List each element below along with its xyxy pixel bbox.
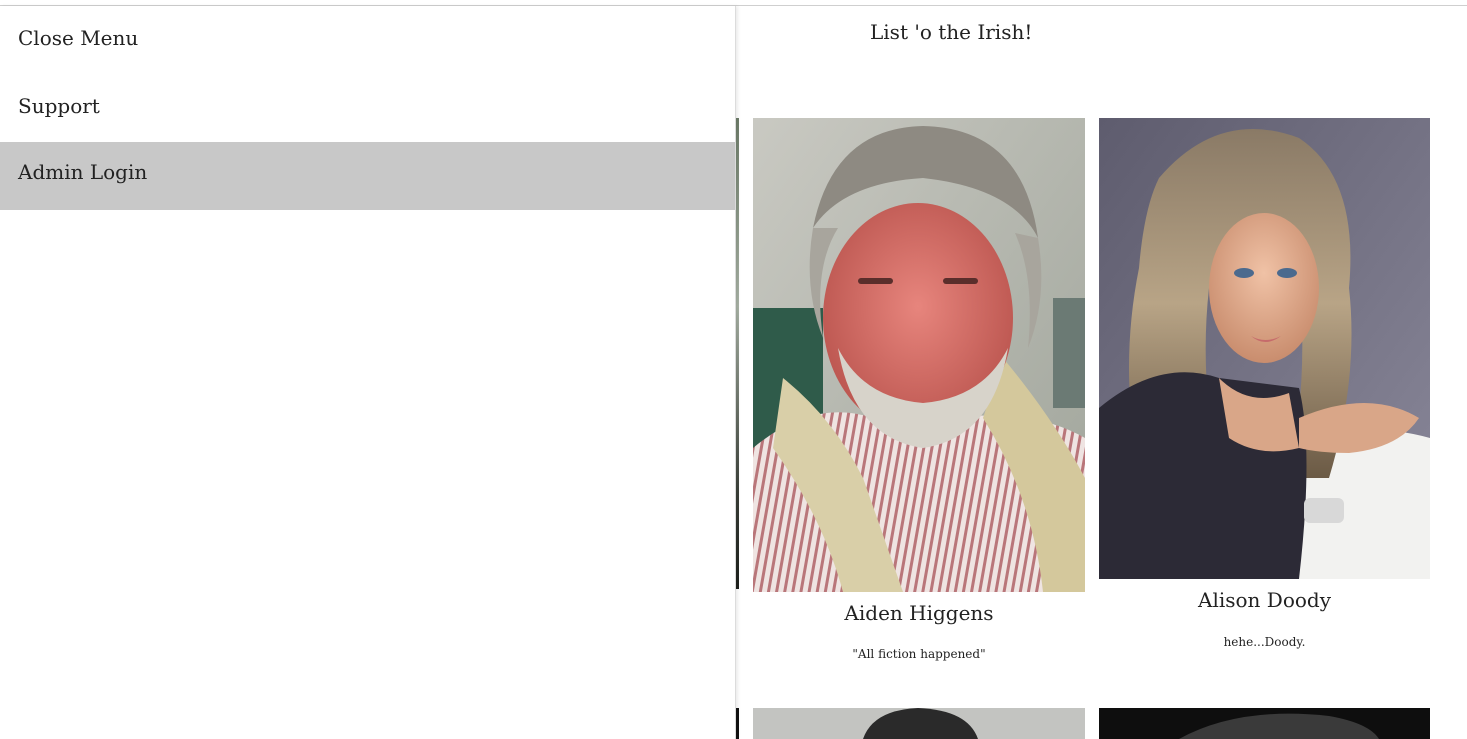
portrait-image (1099, 118, 1430, 579)
portrait-image (753, 118, 1085, 592)
portrait-photo[interactable] (753, 118, 1085, 592)
portrait-photo[interactable] (1099, 708, 1430, 739)
card-quote: "All fiction happened" (852, 647, 986, 661)
card-quote: hehe...Doody. (1223, 635, 1306, 649)
hidden-photo-edge-lower (736, 708, 739, 739)
card-name: Alison Doody (1198, 588, 1331, 612)
close-menu-link[interactable]: Close Menu (0, 8, 735, 76)
portrait-photo[interactable] (753, 708, 1085, 739)
admin-login-link[interactable]: Admin Login (0, 142, 735, 210)
portrait-image (1099, 708, 1430, 739)
card-name: Aiden Higgens (844, 601, 994, 625)
support-link[interactable]: Support (0, 76, 735, 144)
portrait-image (753, 708, 1085, 739)
page-title: List 'o the Irish! (870, 20, 1033, 44)
portrait-photo[interactable] (1099, 118, 1430, 579)
hidden-photo-edge (736, 118, 739, 589)
side-menu: Close Menu Support Admin Login (0, 6, 736, 739)
